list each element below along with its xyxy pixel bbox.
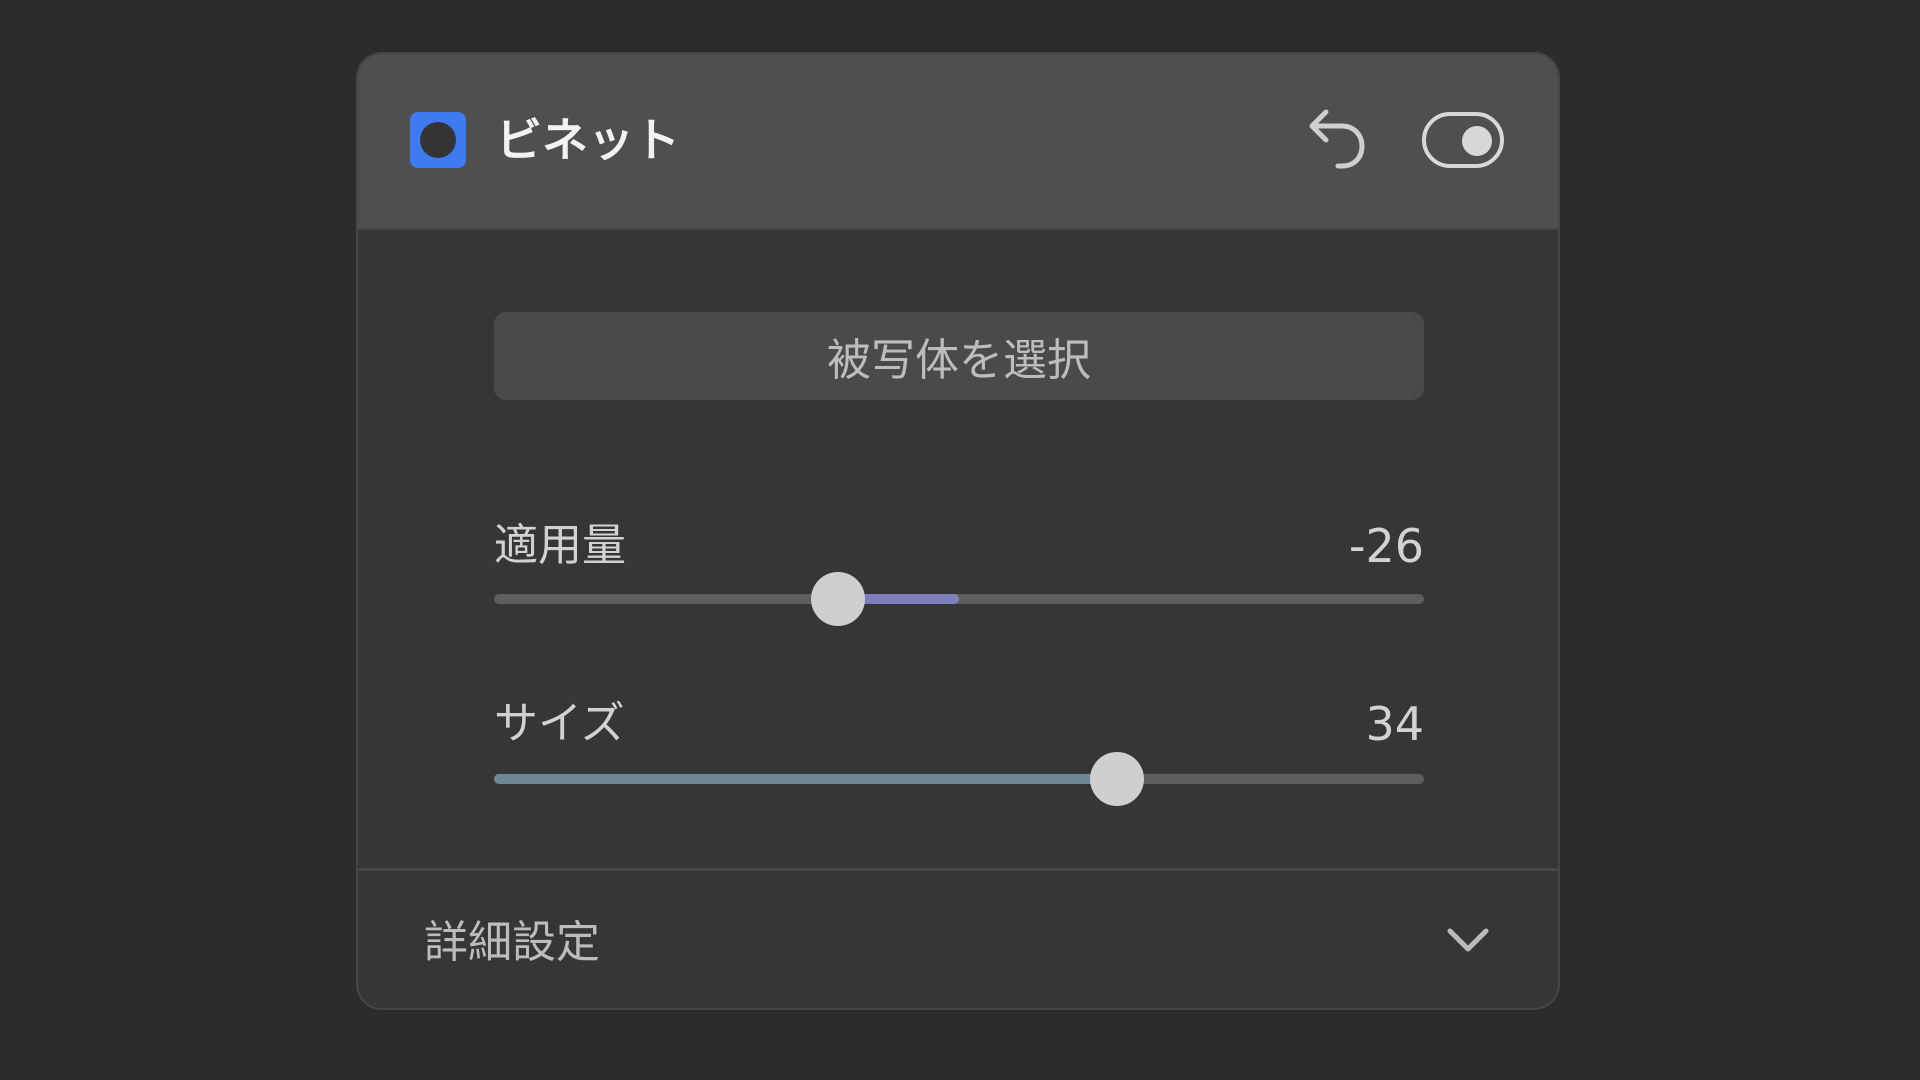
undo-icon[interactable] bbox=[1304, 106, 1368, 176]
size-slider-thumb[interactable] bbox=[1090, 752, 1145, 806]
amount-slider-thumb[interactable] bbox=[811, 572, 866, 626]
advanced-settings-label: 詳細設定 bbox=[424, 917, 600, 968]
amount-value[interactable]: -26 bbox=[1224, 518, 1424, 574]
amount-slider-track[interactable] bbox=[494, 572, 1424, 626]
select-subject-button[interactable]: 被写体を選択 bbox=[494, 312, 1424, 400]
amount-label: 適用量 bbox=[494, 520, 626, 571]
size-label: サイズ bbox=[494, 698, 625, 749]
size-slider-track[interactable] bbox=[494, 752, 1424, 806]
toggle-knob bbox=[1462, 126, 1492, 156]
panel-header: ビネット bbox=[358, 54, 1558, 230]
vignette-icon bbox=[410, 112, 466, 168]
chevron-down-icon[interactable] bbox=[1444, 919, 1492, 959]
advanced-settings-row[interactable]: 詳細設定 bbox=[358, 868, 1558, 1008]
size-value[interactable]: 34 bbox=[1224, 696, 1424, 752]
enable-toggle[interactable] bbox=[1422, 112, 1504, 168]
vignette-panel: ビネット 被写体を選択 適用量 -26 サイズ 34 詳細設定 bbox=[356, 52, 1560, 1010]
panel-title: ビネット bbox=[496, 113, 680, 167]
size-slider-fill bbox=[494, 774, 1118, 784]
